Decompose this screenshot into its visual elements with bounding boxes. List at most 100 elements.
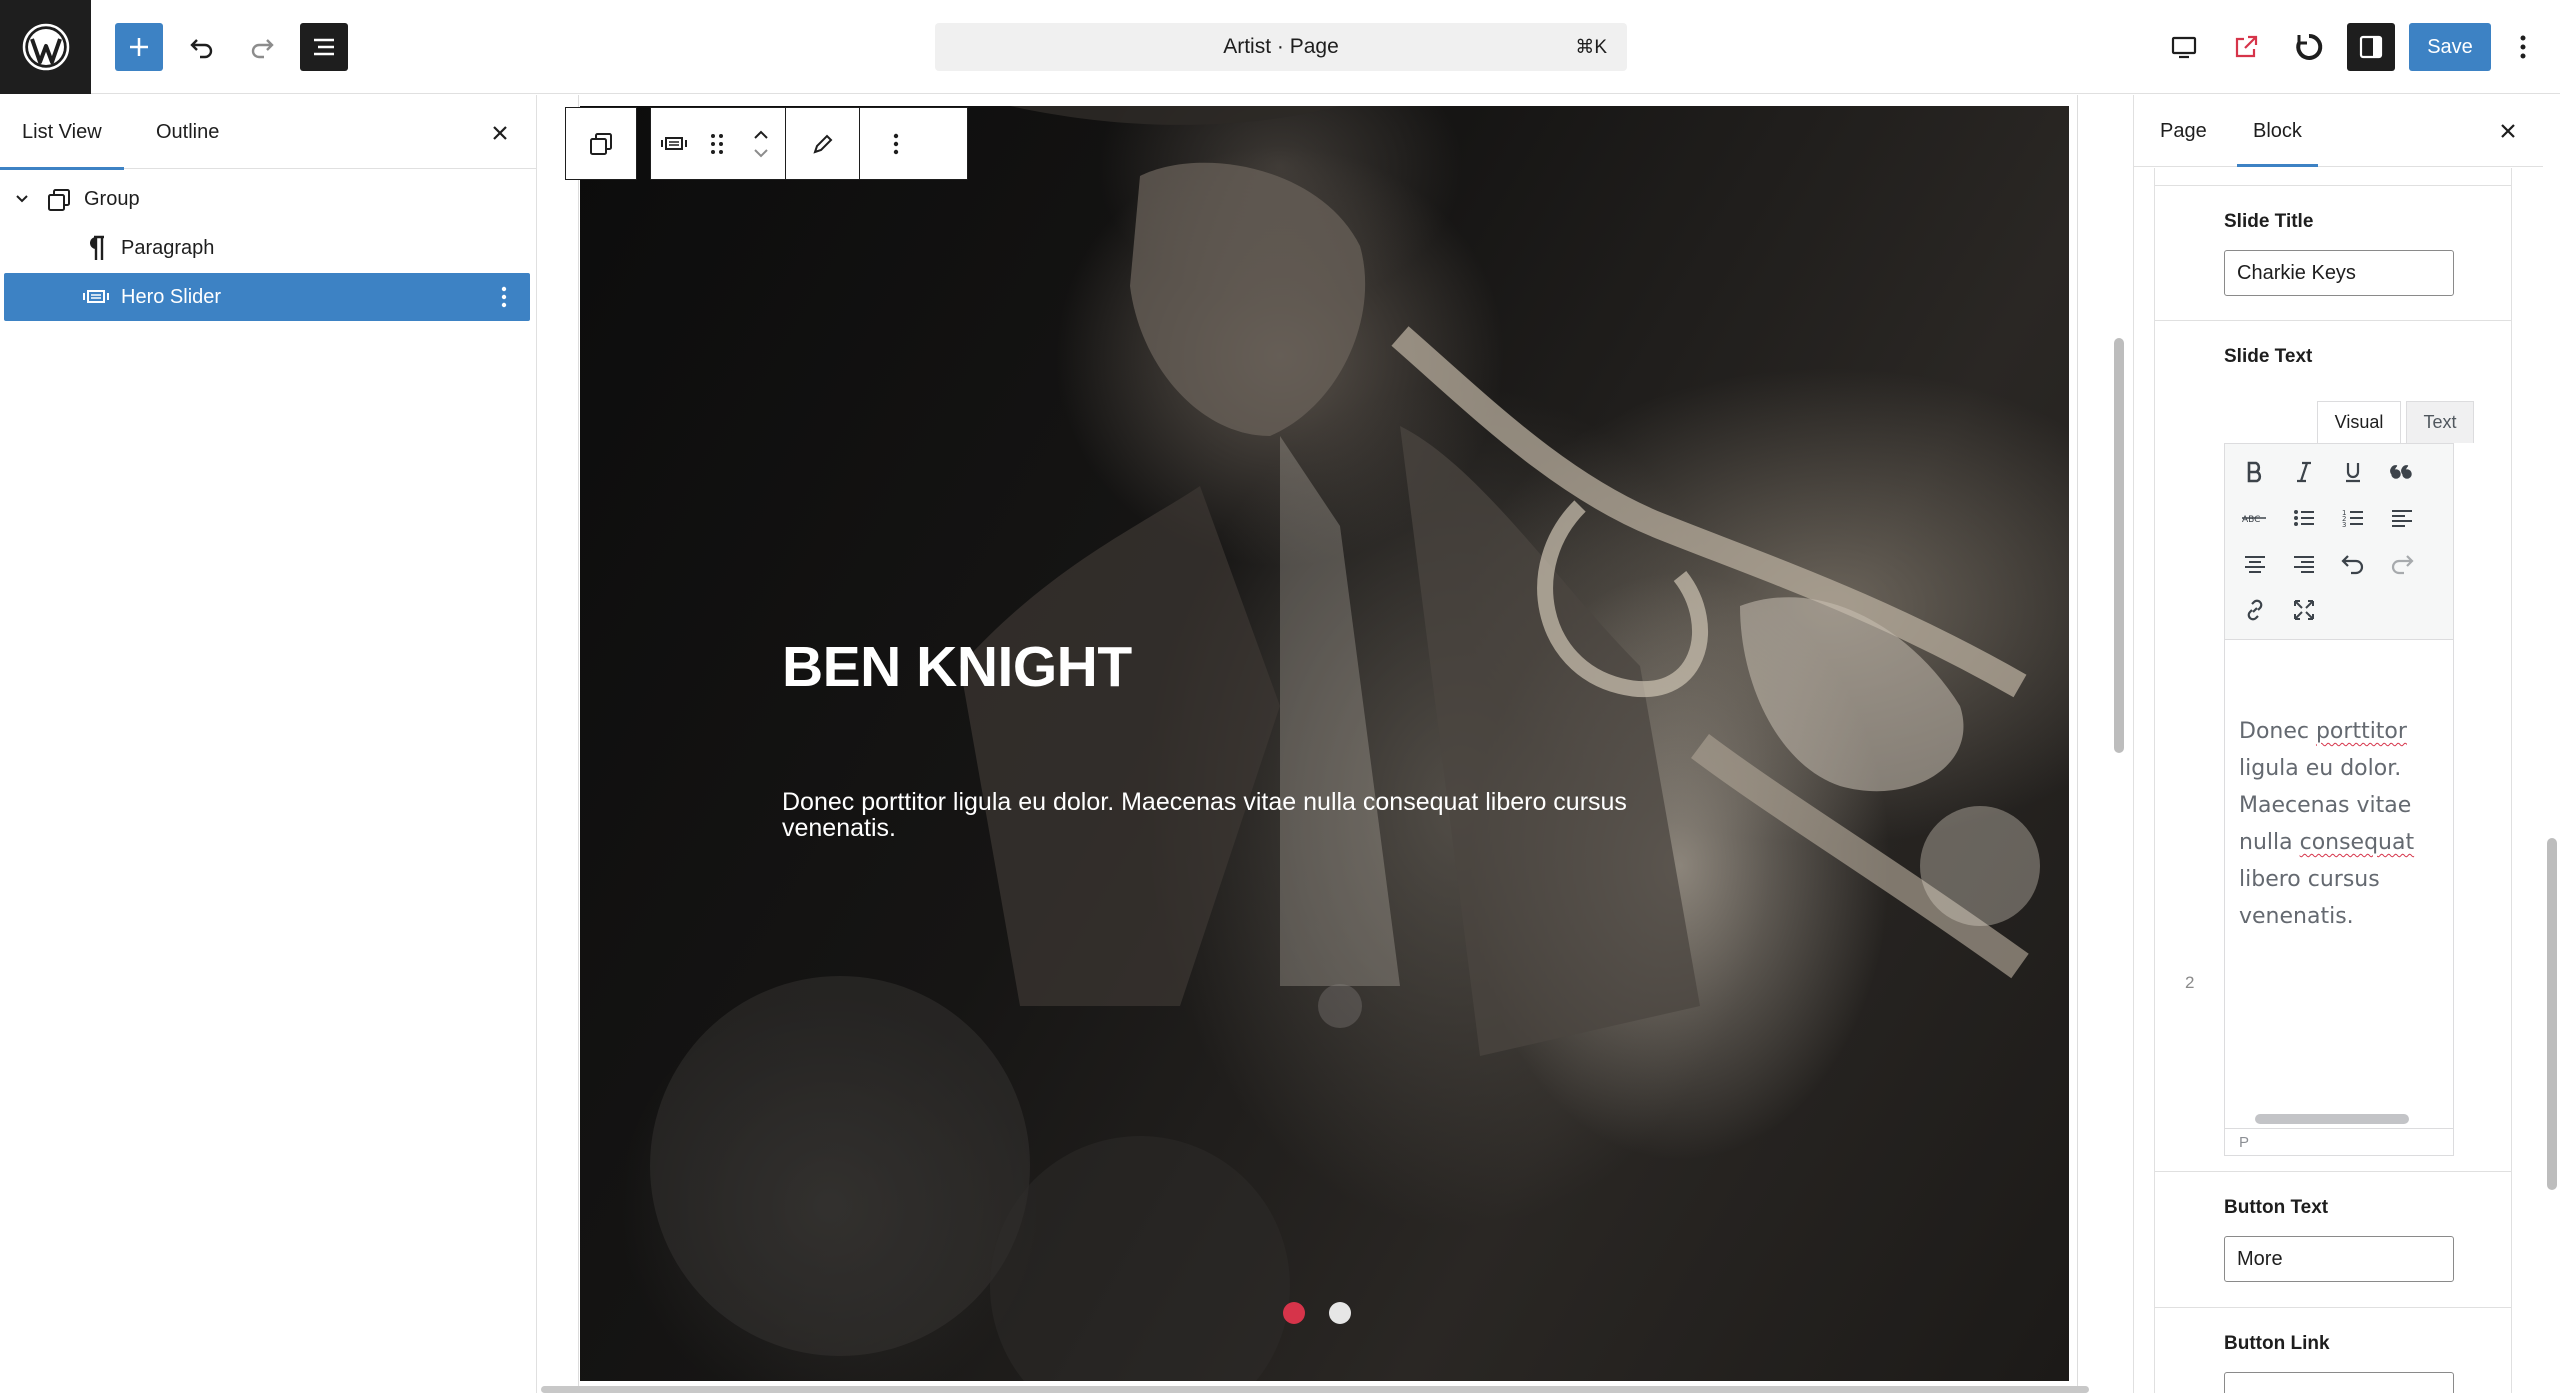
save-button[interactable]: Save (2409, 23, 2491, 71)
wordpress-logo[interactable] (0, 0, 91, 94)
button-text-input[interactable]: More (2224, 1236, 2454, 1282)
list-view-icon (314, 38, 334, 56)
hero-title[interactable]: BEN KNIGHT (782, 634, 1132, 700)
hero-background-image (650, 106, 2040, 1381)
wordpress-logo-icon (22, 23, 69, 71)
close-icon (493, 126, 507, 140)
svg-text:3: 3 (2342, 521, 2346, 529)
slide-settings-panel: Slide Title Charkie Keys Slide Text Visu… (2154, 168, 2512, 1393)
document-overview-button[interactable] (300, 23, 348, 71)
fullscreen-icon[interactable] (2286, 592, 2322, 628)
editor-content[interactable]: Donec porttitor ligula eu dolor. Maecena… (2239, 713, 2444, 935)
sync-icon (2296, 33, 2323, 60)
select-parent-button[interactable] (565, 107, 637, 180)
tab-outline[interactable]: Outline (156, 95, 219, 169)
section-divider (2155, 1307, 2511, 1308)
editor-scrollbar[interactable] (2255, 1114, 2409, 1124)
add-block-button[interactable] (115, 23, 163, 71)
block-toolbar (565, 107, 968, 180)
slide-title-label: Slide Title (2224, 211, 2314, 232)
drag-handle[interactable] (697, 108, 737, 179)
align-left-icon[interactable] (2384, 500, 2420, 536)
slider-dot-1[interactable] (1283, 1302, 1305, 1324)
more-vertical-icon (893, 133, 899, 154)
slide-text-editor[interactable]: ABC 123 Donec porttitor ligula eu dolor.… (2224, 443, 2454, 1156)
section-divider (2155, 1171, 2511, 1172)
svg-text:ABC: ABC (2242, 515, 2260, 525)
numbered-list-icon[interactable]: 123 (2335, 500, 2371, 536)
pencil-icon (812, 134, 832, 154)
tab-list-view[interactable]: List View (0, 95, 124, 170)
edit-button[interactable] (786, 108, 859, 179)
button-text-label: Button Text (2224, 1197, 2329, 1218)
section-divider (2155, 185, 2511, 186)
more-vertical-icon[interactable] (500, 284, 508, 310)
canvas-scrollbar-vertical[interactable] (2114, 338, 2124, 753)
tab-block[interactable]: Block (2237, 95, 2318, 167)
editor-tab-visual[interactable]: Visual (2317, 401, 2401, 443)
block-type-button[interactable] (651, 108, 697, 179)
view-page-button[interactable] (2222, 23, 2270, 71)
slide-number: 2 (2185, 973, 2195, 992)
link-icon[interactable] (2237, 592, 2273, 628)
list-item-hero-slider[interactable]: Hero Slider (4, 273, 530, 321)
list-view-tabs: List View Outline (0, 95, 536, 170)
preview-device-button[interactable] (2160, 23, 2208, 71)
align-center-icon[interactable] (2237, 546, 2273, 582)
sync-plugin-button[interactable] (2285, 23, 2333, 71)
desktop-icon (2171, 36, 2197, 59)
underline-icon[interactable] (2335, 454, 2371, 490)
strikethrough-icon[interactable]: ABC (2237, 500, 2273, 536)
editor-status-bar: P (2225, 1128, 2453, 1155)
undo-icon[interactable] (2335, 546, 2371, 582)
editor-text: libero cursus venenatis. (2239, 867, 2380, 929)
list-item-group[interactable]: Group (4, 175, 530, 223)
close-icon (2501, 124, 2515, 138)
block-toolbar-main (650, 107, 968, 180)
slide-title-input[interactable]: Charkie Keys (2224, 250, 2454, 296)
redo-icon[interactable] (2384, 546, 2420, 582)
canvas-scrollbar-horizontal[interactable] (541, 1386, 2089, 1393)
options-menu-button[interactable] (2503, 23, 2543, 71)
hero-slider-block[interactable]: BEN KNIGHT Donec porttitor ligula eu dol… (580, 106, 2069, 1381)
editor-tab-text[interactable]: Text (2406, 401, 2474, 443)
group-icon (46, 187, 72, 213)
drag-handle-icon (711, 133, 723, 154)
close-list-view-button[interactable] (486, 119, 514, 147)
editor-canvas: BEN KNIGHT Donec porttitor ligula eu dol… (538, 95, 2131, 1393)
document-title: Artist · Page (1223, 35, 1339, 58)
bullet-list-icon[interactable] (2286, 500, 2322, 536)
section-divider (2155, 320, 2511, 321)
editor-text-misspelled: consequat (2299, 830, 2415, 855)
external-link-icon (2235, 35, 2258, 58)
list-view-panel: List View Outline Group Paragraph Hero S… (0, 95, 537, 1393)
editor-text-misspelled: porttitor (2315, 719, 2407, 744)
redo-button[interactable] (238, 23, 286, 71)
list-item-label: Hero Slider (121, 285, 222, 308)
settings-toggle-button[interactable] (2347, 23, 2395, 71)
close-settings-button[interactable] (2494, 117, 2522, 145)
chevron-down-icon[interactable] (752, 147, 770, 159)
chevron-up-icon[interactable] (752, 129, 770, 141)
plus-icon (130, 38, 148, 56)
slider-dot-2[interactable] (1329, 1302, 1351, 1324)
document-title-bar[interactable]: Artist · Page ⌘K (935, 23, 1627, 71)
blockquote-icon[interactable] (2384, 454, 2420, 490)
slide-text-label: Slide Text (2224, 346, 2313, 367)
move-buttons[interactable] (737, 108, 785, 179)
hero-text[interactable]: Donec porttitor ligula eu dolor. Maecena… (782, 789, 1742, 841)
undo-button[interactable] (178, 23, 226, 71)
slider-icon (661, 136, 687, 150)
more-vertical-icon (2520, 35, 2526, 59)
redo-icon (251, 39, 274, 59)
bold-icon[interactable] (2237, 454, 2273, 490)
align-right-icon[interactable] (2286, 546, 2322, 582)
group-icon (590, 132, 612, 155)
italic-icon[interactable] (2286, 454, 2322, 490)
button-link-input[interactable] (2224, 1372, 2454, 1393)
block-options-button[interactable] (860, 108, 932, 179)
settings-scrollbar[interactable] (2547, 838, 2557, 1190)
list-item-paragraph[interactable]: Paragraph (4, 224, 530, 272)
tab-page[interactable]: Page (2160, 95, 2207, 167)
chevron-down-icon[interactable] (14, 191, 30, 207)
